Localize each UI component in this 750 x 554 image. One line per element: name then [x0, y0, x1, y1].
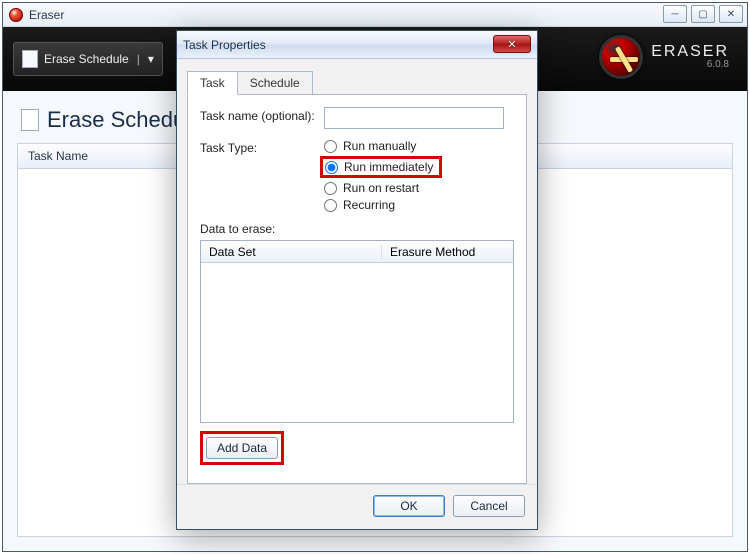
tab-panel-task: Task name (optional): Task Type: Run man… — [187, 94, 527, 484]
dialog-close-button[interactable]: ✕ — [493, 35, 531, 53]
dialog-buttons: OK Cancel — [177, 484, 537, 529]
radio-run-manually-label: Run manually — [343, 139, 416, 153]
erase-schedule-button[interactable]: Erase Schedule | ▾ — [13, 42, 163, 76]
brand-version: 6.0.8 — [651, 60, 729, 70]
radio-run-immediately-label: Run immediately — [344, 160, 433, 174]
data-table-header[interactable]: Data Set Erasure Method — [201, 241, 513, 263]
main-titlebar[interactable]: Eraser ─ ▢ ✕ — [3, 3, 747, 27]
task-name-label: Task name (optional): — [200, 107, 324, 123]
task-name-input[interactable] — [324, 107, 504, 129]
ok-button[interactable]: OK — [373, 495, 445, 517]
erase-schedule-label: Erase Schedule — [44, 52, 129, 66]
maximize-button[interactable]: ▢ — [691, 5, 715, 23]
task-type-label: Task Type: — [200, 139, 324, 155]
task-properties-dialog: Task Properties ✕ Task Schedule Task nam… — [176, 30, 538, 530]
radio-recurring-label: Recurring — [343, 198, 395, 212]
chevron-down-icon[interactable]: ▾ — [148, 52, 154, 66]
brand: ERASER 6.0.8 — [599, 35, 729, 79]
radio-run-on-restart-label: Run on restart — [343, 181, 419, 195]
tab-schedule[interactable]: Schedule — [237, 71, 313, 95]
tab-task[interactable]: Task — [187, 71, 238, 95]
radio-recurring-input[interactable] — [324, 199, 337, 212]
task-type-radios: Run manually Run immediately Run on rest… — [324, 139, 442, 212]
page-title-icon — [21, 109, 39, 131]
data-to-erase-label: Data to erase: — [200, 222, 514, 236]
data-to-erase-table[interactable]: Data Set Erasure Method — [200, 240, 514, 423]
minimize-button[interactable]: ─ — [663, 5, 687, 23]
radio-recurring[interactable]: Recurring — [324, 198, 442, 212]
radio-run-manually[interactable]: Run manually — [324, 139, 442, 153]
dialog-tabs: Task Schedule — [187, 71, 527, 95]
col-data-set[interactable]: Data Set — [201, 245, 382, 259]
dialog-titlebar[interactable]: Task Properties ✕ — [177, 31, 537, 59]
cancel-button[interactable]: Cancel — [453, 495, 525, 517]
app-title: Eraser — [29, 8, 64, 22]
data-table-body[interactable] — [201, 263, 513, 422]
window-controls: ─ ▢ ✕ — [663, 5, 743, 23]
brand-logo-icon — [599, 35, 643, 79]
col-task-name: Task Name — [28, 149, 88, 163]
col-erasure-method[interactable]: Erasure Method — [382, 245, 513, 259]
radio-run-immediately[interactable]: Run immediately — [320, 156, 442, 178]
add-data-highlight: Add Data — [200, 431, 284, 465]
brand-name: ERASER — [651, 44, 729, 60]
dialog-title: Task Properties — [183, 38, 266, 52]
radio-run-on-restart[interactable]: Run on restart — [324, 181, 442, 195]
schedule-doc-icon — [22, 50, 38, 68]
radio-run-manually-input[interactable] — [324, 140, 337, 153]
close-button[interactable]: ✕ — [719, 5, 743, 23]
radio-run-immediately-input[interactable] — [325, 161, 338, 174]
divider: | — [137, 52, 140, 66]
radio-run-on-restart-input[interactable] — [324, 182, 337, 195]
app-icon — [9, 8, 23, 22]
add-data-button[interactable]: Add Data — [206, 437, 278, 459]
